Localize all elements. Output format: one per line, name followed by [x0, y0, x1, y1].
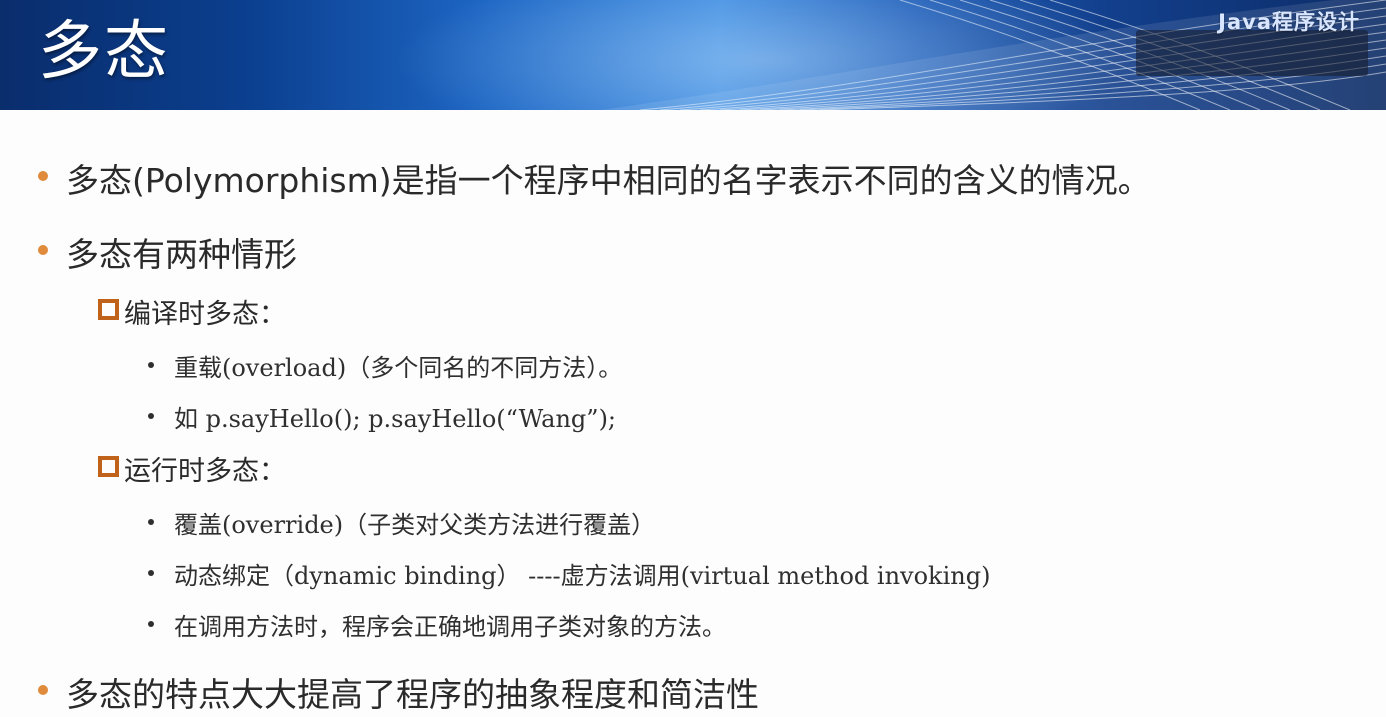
square-bullet [98, 299, 119, 320]
slide-content: 多态(Polymorphism)是指一个程序中相同的名字表示不同的含义的情况。 … [0, 110, 1386, 717]
bullet-definition: 多态(Polymorphism)是指一个程序中相同的名字表示不同的含义的情况。 [66, 161, 1151, 200]
sub-bullet-dot [148, 519, 154, 525]
invoke-item: 在调用方法时，程序会正确地调用子类对象的方法。 [174, 613, 726, 641]
header-banner: 多态 Java程序设计 [0, 0, 1386, 110]
bullet-dot [38, 171, 48, 181]
slide-title: 多态 [38, 15, 170, 89]
sub-bullet-dot [148, 621, 154, 627]
compile-time-heading: 编译时多态： [124, 299, 286, 330]
sub-bullet-dot [148, 413, 154, 419]
watermark-logo [1136, 30, 1368, 76]
sub-bullet-dot [148, 570, 154, 576]
override-item: 覆盖(override)（子类对父类方法进行覆盖） [174, 511, 656, 539]
dynamic-binding-item: 动态绑定（dynamic binding） ----虚方法调用(virtual … [174, 562, 991, 590]
bullet-dot [38, 685, 48, 695]
bullet-feature: 多态的特点大大提高了程序的抽象程度和简洁性 [66, 675, 759, 714]
square-bullet [98, 456, 119, 477]
overload-item: 重载(overload)（多个同名的不同方法）。 [174, 354, 623, 382]
bullet-two-forms: 多态有两种情形 [66, 235, 297, 274]
slide: 多态 Java程序设计 多态(Polymorphism)是指一个程序中相同的名字… [0, 0, 1386, 717]
sayhello-example: 如 p.sayHello(); p.sayHello(“Wang”); [174, 405, 617, 433]
course-label: Java程序设计 [1218, 10, 1360, 34]
bullet-dot [38, 245, 48, 255]
run-time-heading: 运行时多态： [124, 456, 286, 487]
sub-bullet-dot [148, 362, 154, 368]
